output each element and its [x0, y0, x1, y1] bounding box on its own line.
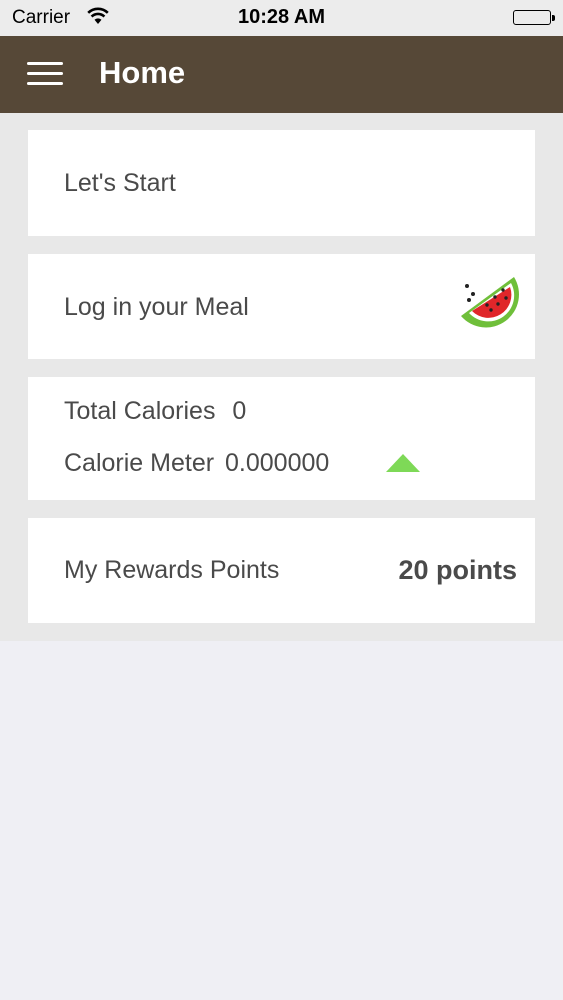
calories-card: Total Calories 0 Calorie Meter 0.000000 — [28, 377, 535, 500]
rewards-card[interactable]: My Rewards Points 20 points — [28, 518, 535, 623]
log-meal-card[interactable]: Log in your Meal — [28, 254, 535, 359]
rewards-points-value: 20 points — [398, 555, 517, 585]
log-meal-label: Log in your Meal — [64, 293, 249, 321]
home-content: Let's Start Log in your Meal Total Calor… — [0, 113, 563, 641]
battery-icon — [513, 10, 555, 25]
lets-start-label: Let's Start — [64, 169, 176, 197]
watermelon-icon — [459, 272, 529, 343]
page-title: Home — [99, 55, 186, 90]
lets-start-card[interactable]: Let's Start — [28, 130, 535, 236]
navigation-bar: Home — [0, 36, 563, 113]
total-calories-value: 0 — [232, 397, 247, 425]
total-calories-row: Total Calories 0 — [64, 397, 246, 426]
status-time: 10:28 AM — [237, 6, 326, 28]
status-bar: Carrier 10:28 AM — [0, 0, 563, 36]
calorie-meter-label: Calorie Meter — [64, 449, 215, 477]
hamburger-menu-icon[interactable] — [24, 58, 68, 92]
triangle-up-icon — [386, 454, 420, 472]
calorie-meter-row: Calorie Meter 0.000000 — [64, 449, 329, 478]
total-calories-label: Total Calories — [64, 397, 216, 425]
calorie-meter-value: 0.000000 — [225, 449, 330, 477]
rewards-label: My Rewards Points — [64, 556, 280, 584]
